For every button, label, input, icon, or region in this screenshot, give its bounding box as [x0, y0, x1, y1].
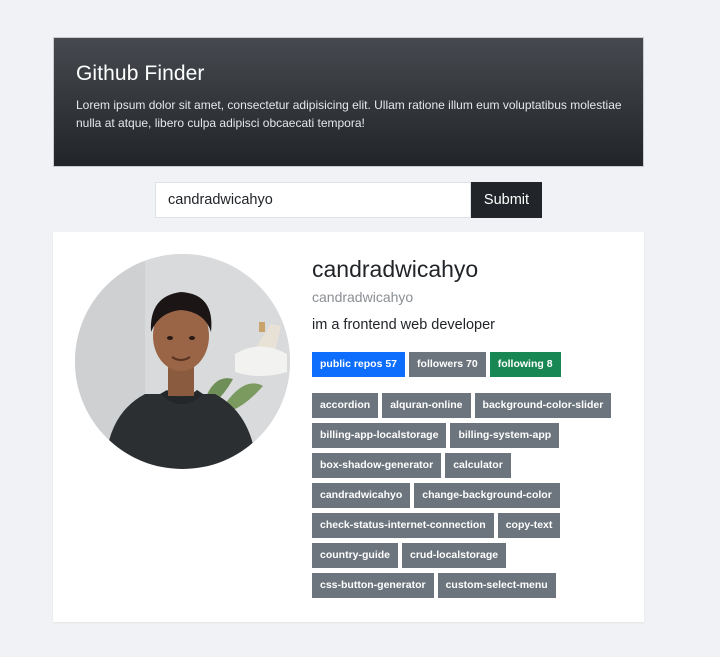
search-input[interactable]: [155, 182, 471, 218]
avatar: [75, 254, 290, 469]
repo-link[interactable]: crud-localstorage: [402, 543, 507, 568]
followers-badge: followers 70: [409, 352, 486, 377]
profile-login: candradwicahyo: [312, 289, 414, 305]
profile-card: candradwicahyo candradwicahyo im a front…: [53, 232, 644, 622]
repo-link[interactable]: accordion: [312, 393, 379, 418]
profile-info: candradwicahyo candradwicahyo im a front…: [312, 254, 627, 598]
repo-link[interactable]: box-shadow-generator: [312, 453, 442, 478]
profile-stats: public repos 57 followers 70 following 8: [312, 352, 627, 377]
header-jumbotron: Github Finder Lorem ipsum dolor sit amet…: [53, 37, 644, 167]
following-badge: following 8: [489, 352, 561, 377]
page-title: Github Finder: [76, 62, 205, 85]
repo-link[interactable]: change-background-color: [414, 483, 560, 508]
repo-link[interactable]: check-status-internet-connection: [312, 513, 494, 538]
avatar-photo: [75, 254, 290, 469]
repo-link[interactable]: candradwicahyo: [312, 483, 411, 508]
repo-link[interactable]: alquran-online: [382, 393, 471, 418]
repo-link[interactable]: background-color-slider: [474, 393, 612, 418]
submit-button[interactable]: Submit: [471, 182, 542, 218]
repo-link[interactable]: custom-select-menu: [437, 573, 556, 598]
repo-link[interactable]: country-guide: [312, 543, 398, 568]
repo-list: accordion alquran-online background-colo…: [312, 393, 612, 598]
profile-bio: im a frontend web developer: [312, 317, 495, 333]
repo-link[interactable]: copy-text: [497, 513, 561, 538]
repo-link[interactable]: css-button-generator: [312, 573, 434, 598]
repo-link[interactable]: billing-app-localstorage: [312, 423, 447, 448]
repo-link[interactable]: calculator: [445, 453, 511, 478]
search-form: Submit: [155, 182, 542, 218]
repo-link[interactable]: billing-system-app: [450, 423, 560, 448]
page-description: Lorem ipsum dolor sit amet, consectetur …: [76, 98, 622, 130]
profile-name: candradwicahyo: [312, 256, 479, 282]
public-repos-badge: public repos 57: [312, 352, 406, 377]
